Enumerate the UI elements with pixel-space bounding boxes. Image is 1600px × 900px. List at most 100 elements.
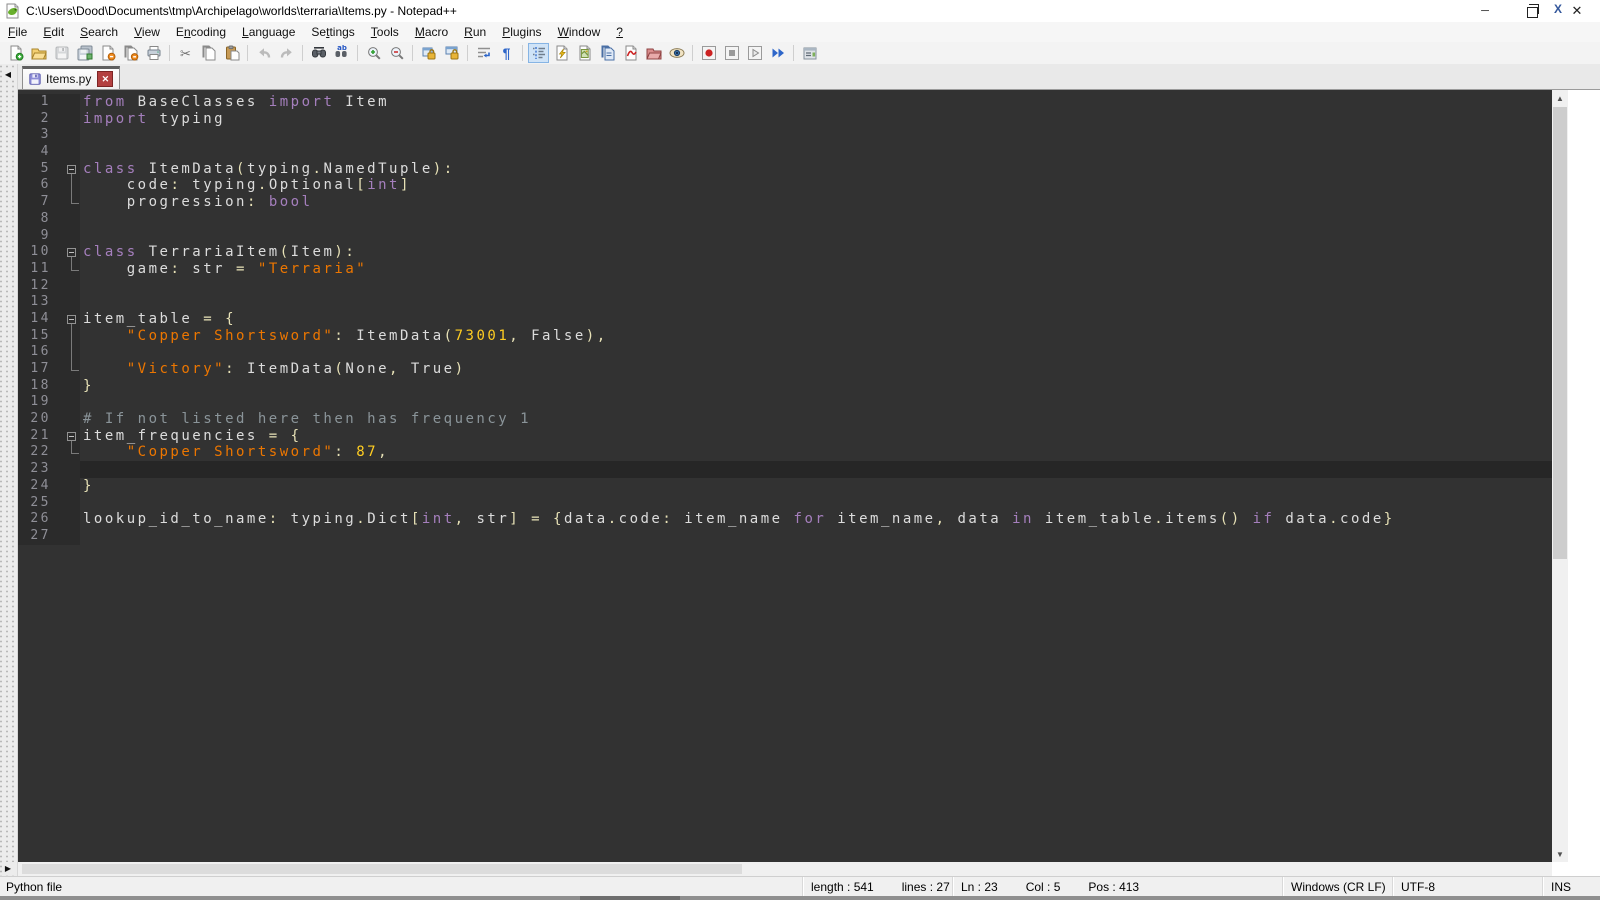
code-text[interactable] [80, 344, 1552, 361]
status-insert-mode[interactable]: INS [1542, 877, 1600, 896]
status-encoding[interactable]: UTF-8 [1392, 877, 1542, 896]
line-number[interactable]: 3 [18, 127, 64, 144]
fold-collapse-icon[interactable] [67, 432, 76, 441]
document-list-icon[interactable] [597, 43, 618, 63]
line-number[interactable]: 12 [18, 278, 64, 295]
menu-item-language[interactable]: Language [234, 23, 303, 41]
replace-icon[interactable]: ab [331, 43, 352, 63]
line-number[interactable]: 27 [18, 528, 64, 545]
macro-play-icon[interactable] [744, 43, 765, 63]
minimize-icon[interactable]: ─ [1462, 0, 1508, 22]
menu-item-settings[interactable]: Settings [303, 23, 362, 41]
close-tab-icon[interactable]: ✕ [97, 71, 113, 87]
fold-collapse-icon[interactable] [67, 248, 76, 257]
menu-item-file[interactable]: File [0, 23, 35, 41]
horizontal-scrollbar[interactable] [18, 862, 1552, 876]
word-wrap-icon[interactable] [473, 43, 494, 63]
menu-item-search[interactable]: Search [72, 23, 126, 41]
line-number[interactable]: 23 [18, 461, 64, 478]
line-number[interactable]: 21 [18, 428, 64, 445]
vertical-scroll-thumb[interactable] [1553, 107, 1567, 559]
line-number[interactable]: 11 [18, 261, 64, 278]
code-text[interactable]: class ItemData(typing.NamedTuple): [80, 161, 1552, 178]
print-icon[interactable] [143, 43, 164, 63]
menu-item-help[interactable]: ? [608, 23, 631, 41]
macro-stop-icon[interactable] [721, 43, 742, 63]
line-number[interactable]: 24 [18, 478, 64, 495]
preview-icon[interactable] [666, 43, 687, 63]
folder-as-workspace-icon[interactable] [643, 43, 664, 63]
code-text[interactable] [80, 211, 1552, 228]
code-text[interactable] [80, 127, 1552, 144]
code-text[interactable]: } [80, 478, 1552, 495]
restore-icon[interactable] [1508, 0, 1554, 22]
code-text[interactable]: "Victory": ItemData(None, True) [80, 361, 1552, 378]
new-file-icon[interactable] [5, 43, 26, 63]
code-text[interactable]: } [80, 378, 1552, 395]
code-text[interactable]: lookup_id_to_name: typing.Dict[int, str]… [80, 511, 1552, 528]
fold-collapse-icon[interactable] [67, 165, 76, 174]
close-all-icon[interactable] [120, 43, 141, 63]
monitoring-icon[interactable] [620, 43, 641, 63]
line-number[interactable]: 22 [18, 444, 64, 461]
code-text[interactable]: progression: bool [80, 194, 1552, 211]
collapse-arrow-left-icon[interactable]: ◀ [2, 68, 14, 80]
code-editor[interactable]: 1from BaseClasses import Item2import typ… [18, 90, 1552, 862]
code-text[interactable] [80, 278, 1552, 295]
scroll-down-icon[interactable]: ▼ [1552, 846, 1568, 862]
document-map-icon[interactable] [574, 43, 595, 63]
line-number[interactable]: 18 [18, 378, 64, 395]
line-number[interactable]: 10 [18, 244, 64, 261]
save-all-icon[interactable] [74, 43, 95, 63]
cut-icon[interactable]: ✂ [175, 43, 196, 63]
line-number[interactable]: 19 [18, 394, 64, 411]
menu-item-edit[interactable]: Edit [35, 23, 72, 41]
status-eol-format[interactable]: Windows (CR LF) [1282, 877, 1392, 896]
collapse-arrow-right-icon[interactable]: ▶ [2, 862, 14, 874]
customize-icon[interactable] [799, 43, 820, 63]
save-icon[interactable] [51, 43, 72, 63]
paste-icon[interactable] [221, 43, 242, 63]
scroll-up-icon[interactable]: ▲ [1552, 90, 1568, 106]
find-icon[interactable] [308, 43, 329, 63]
redo-icon[interactable] [276, 43, 297, 63]
menubar-close-icon[interactable]: X [1554, 2, 1562, 16]
line-number[interactable]: 20 [18, 411, 64, 428]
code-text[interactable]: item_table = { [80, 311, 1552, 328]
zoom-out-icon[interactable] [386, 43, 407, 63]
line-number[interactable]: 14 [18, 311, 64, 328]
sync-horizontal-icon[interactable] [441, 43, 462, 63]
macro-run-multiple-icon[interactable] [767, 43, 788, 63]
code-text[interactable] [80, 294, 1552, 311]
horizontal-scroll-thumb[interactable] [22, 864, 742, 874]
tab-items-py[interactable]: Items.py ✕ [22, 66, 120, 89]
zoom-in-icon[interactable] [363, 43, 384, 63]
menu-item-macro[interactable]: Macro [407, 23, 456, 41]
line-number[interactable]: 16 [18, 344, 64, 361]
code-text[interactable] [80, 495, 1552, 512]
code-text[interactable]: "Copper Shortsword": 87, [80, 444, 1552, 461]
line-number[interactable]: 13 [18, 294, 64, 311]
code-text[interactable]: code: typing.Optional[int] [80, 177, 1552, 194]
macro-record-icon[interactable] [698, 43, 719, 63]
copy-icon[interactable] [198, 43, 219, 63]
code-text[interactable]: from BaseClasses import Item [80, 94, 1552, 111]
undo-icon[interactable] [253, 43, 274, 63]
show-all-characters-icon[interactable]: ¶ [496, 43, 517, 63]
line-number[interactable]: 26 [18, 511, 64, 528]
open-file-icon[interactable] [28, 43, 49, 63]
menu-item-view[interactable]: View [126, 23, 168, 41]
code-text[interactable] [80, 144, 1552, 161]
code-text[interactable] [80, 461, 1552, 478]
line-number[interactable]: 5 [18, 161, 64, 178]
line-number[interactable]: 1 [18, 94, 64, 111]
menu-item-encoding[interactable]: Encoding [168, 23, 234, 41]
line-number[interactable]: 2 [18, 111, 64, 128]
menu-item-window[interactable]: Window [550, 23, 609, 41]
code-text[interactable] [80, 528, 1552, 545]
code-text[interactable]: game: str = "Terraria" [80, 261, 1552, 278]
vertical-scrollbar[interactable]: ▲ ▼ [1552, 90, 1568, 862]
function-list-icon[interactable] [551, 43, 572, 63]
indent-guide-icon[interactable] [528, 43, 549, 63]
line-number[interactable]: 15 [18, 328, 64, 345]
